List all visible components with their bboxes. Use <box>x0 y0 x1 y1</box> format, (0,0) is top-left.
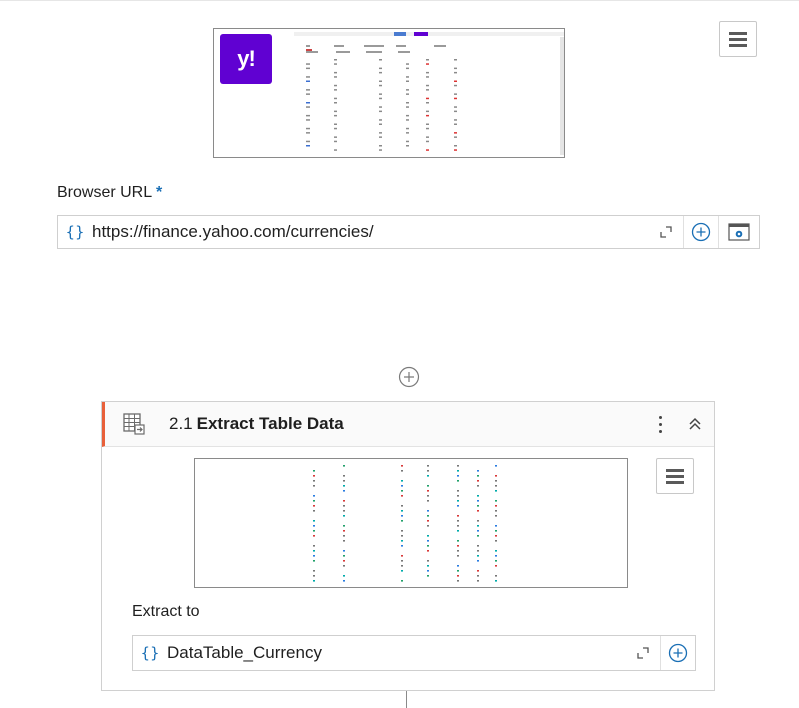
browser-screenshot-thumbnail[interactable]: y! <box>213 28 565 158</box>
expand-editor-icon[interactable] <box>649 225 683 239</box>
browser-url-label: Browser URL * <box>57 184 163 201</box>
expression-braces-icon: {} <box>65 223 85 241</box>
yahoo-logo-text: y! <box>237 46 256 71</box>
table-preview-thumbnail[interactable] <box>194 458 628 588</box>
activity-number: 2.1 <box>169 414 193 433</box>
extract-to-label: Extract to <box>132 603 200 620</box>
browser-menu-button[interactable] <box>719 21 757 57</box>
plus-circle-icon <box>691 222 711 242</box>
pick-browser-button[interactable] <box>718 216 759 248</box>
extract-table-icon <box>122 412 146 441</box>
table-menu-button[interactable] <box>656 458 694 494</box>
browser-url-field[interactable]: {} https://finance.yahoo.com/currencies/ <box>57 215 760 249</box>
required-marker: * <box>156 184 163 201</box>
activity-header[interactable]: 2.1 Extract Table Data <box>102 402 714 447</box>
plus-circle-icon <box>668 643 688 663</box>
plus-circle-icon <box>398 366 420 388</box>
activity-title: 2.1 Extract Table Data <box>169 414 344 434</box>
more-options-icon[interactable] <box>650 412 670 436</box>
extract-to-field[interactable]: {} DataTable_Currency <box>132 635 696 671</box>
url-plus-button[interactable] <box>683 216 718 248</box>
yahoo-logo: y! <box>220 34 272 84</box>
activity-name: Extract Table Data <box>196 414 344 433</box>
flow-connector-line <box>406 691 407 708</box>
collapse-chevrons-icon[interactable] <box>684 413 706 435</box>
table-miniature <box>313 465 497 582</box>
add-activity-button[interactable] <box>396 364 422 390</box>
extract-table-data-activity[interactable]: 2.1 Extract Table Data Extract to {} Data… <box>101 401 715 691</box>
extract-to-value[interactable]: DataTable_Currency <box>167 643 626 663</box>
browser-url-value[interactable]: https://finance.yahoo.com/currencies/ <box>92 222 649 242</box>
expression-braces-icon: {} <box>140 644 160 662</box>
browser-window-icon <box>728 223 750 241</box>
extract-to-plus-button[interactable] <box>660 636 695 670</box>
expand-editor-icon[interactable] <box>626 646 660 660</box>
top-divider <box>0 0 799 1</box>
